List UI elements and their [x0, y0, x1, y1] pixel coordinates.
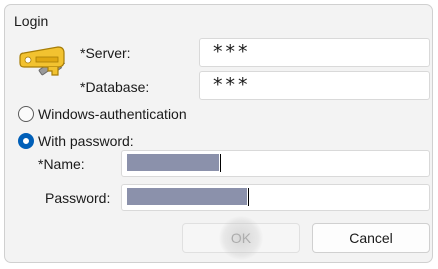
windows-auth-radio[interactable] — [18, 106, 34, 122]
cursor-highlight — [219, 216, 263, 260]
password-field[interactable] — [121, 184, 430, 211]
server-label: *Server: — [80, 45, 131, 61]
password-auth-radio[interactable] — [18, 133, 34, 149]
database-label: *Database: — [80, 79, 150, 95]
server-field[interactable]: *** — [199, 38, 430, 67]
key-icon — [19, 46, 66, 76]
password-caret — [248, 188, 249, 206]
cancel-button[interactable]: Cancel — [312, 223, 430, 253]
name-field[interactable] — [121, 150, 430, 177]
database-field[interactable]: *** — [199, 71, 430, 100]
password-label: Password: — [45, 190, 111, 206]
windows-auth-label[interactable]: Windows-authentication — [38, 106, 187, 122]
dialog-title: Login — [14, 13, 49, 29]
name-caret — [220, 154, 221, 172]
password-auth-label[interactable]: With password: — [38, 133, 134, 149]
name-redaction — [127, 154, 219, 171]
database-value: *** — [213, 74, 251, 96]
password-redaction — [127, 188, 247, 205]
name-label: *Name: — [38, 156, 85, 172]
server-value: *** — [213, 41, 251, 63]
